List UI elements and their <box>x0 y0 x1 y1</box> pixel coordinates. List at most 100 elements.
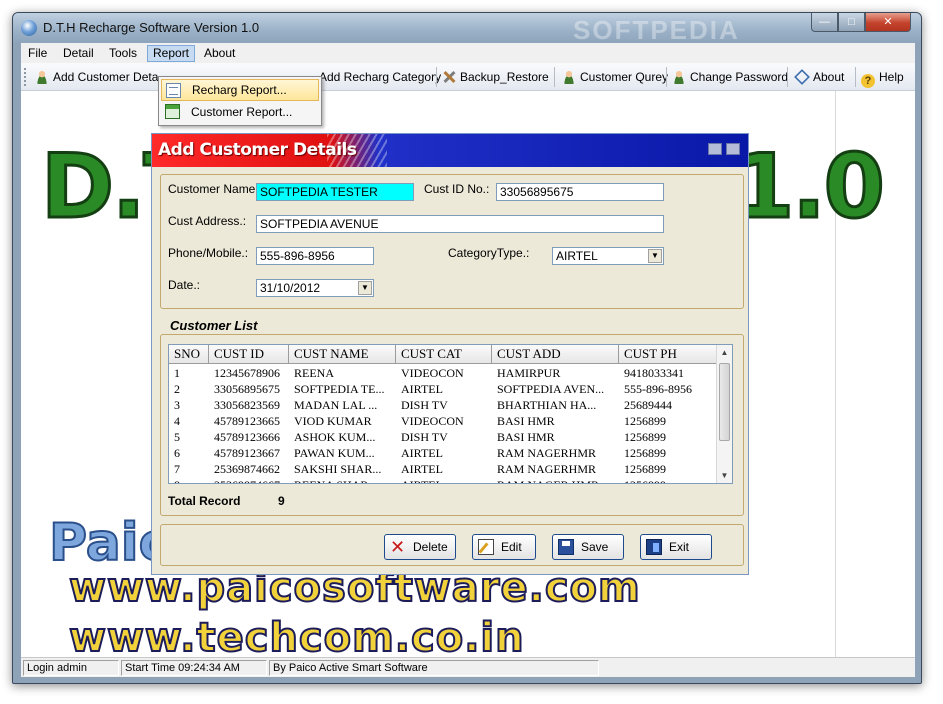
table-cell: SAKSHI SHAR... <box>294 462 382 476</box>
date-picker[interactable]: 31/10/2012 ▼ <box>256 279 374 297</box>
button-label: Exit <box>669 540 690 554</box>
status-by: By Paico Active Smart Software <box>269 660 599 676</box>
table-cell: VIDEOCON <box>401 366 464 380</box>
toolbar-label: Backup_Restore <box>460 70 549 84</box>
address-label: Cust Address.: <box>168 214 247 228</box>
table-cell: REENA SHAR... <box>289 477 396 483</box>
menu-about[interactable]: About <box>199 45 240 62</box>
table-row[interactable]: 6 45789123667 PAWAN KUM... AIRTEL RAM NAGERH… <box>169 445 717 461</box>
toolbar-label: Add Customer Deta <box>53 70 159 84</box>
dialog-title-bar[interactable]: Add Customer Details <box>152 134 748 167</box>
menu-tools[interactable]: Tools <box>104 45 142 62</box>
table-cell: 45789123665 <box>214 414 280 428</box>
edit-button[interactable]: Edit <box>472 534 536 560</box>
table-cell: 25369874667 <box>209 477 289 483</box>
menu-item-recharge-report[interactable]: Recharg Report... <box>161 79 319 101</box>
customer-table[interactable]: SNO CUST ID CUST NAME CUST CAT CUST ADD … <box>168 344 733 484</box>
table-cell: AIRTEL <box>396 477 492 483</box>
table-row[interactable]: 3 33056823569 MADAN LAL ... DISH TV BHARTHIA… <box>169 397 717 413</box>
table-row[interactable]: 2 33056895675 SOFTPEDIA TE... AIRTEL SOFTPED… <box>169 381 717 397</box>
menu-detail[interactable]: Detail <box>58 45 99 62</box>
customer-name-input[interactable]: SOFTPEDIA TESTER <box>256 183 414 201</box>
table-header: SNO CUST ID CUST NAME CUST CAT CUST ADD … <box>169 345 717 364</box>
exit-button[interactable]: Exit <box>640 534 712 560</box>
user-icon <box>672 70 686 84</box>
chevron-down-icon[interactable]: ▼ <box>648 249 662 263</box>
delete-button[interactable]: ✕ Delete <box>384 534 456 560</box>
table-cell: 1256899 <box>624 430 666 444</box>
table-cell: 6 <box>174 446 180 460</box>
total-record-value: 9 <box>278 494 285 508</box>
table-row[interactable]: 7 25369874662 SAKSHI SHAR... AIRTEL RAM NAGE… <box>169 461 717 477</box>
column-header-cust-name[interactable]: CUST NAME <box>289 345 396 364</box>
maximize-button[interactable]: □ <box>838 13 865 32</box>
customer-query-button[interactable]: Customer Qurey <box>562 67 668 87</box>
change-password-button[interactable]: Change Password <box>672 67 788 87</box>
cust-id-input[interactable]: 33056895675 <box>496 183 664 201</box>
scroll-down-icon[interactable]: ▼ <box>717 468 732 483</box>
table-cell: 1256899 <box>624 462 666 476</box>
table-body: 1 12345678906 REENA VIDEOCON HAMIRPUR 9418033… <box>169 365 717 483</box>
table-cell: 1256899 <box>624 446 666 460</box>
table-cell: 8 <box>169 477 209 483</box>
status-login: Login admin <box>23 660 119 676</box>
table-cell: 5 <box>174 430 180 444</box>
background-title-right: 1.0 <box>732 134 887 240</box>
customer-list-title: Customer List <box>170 318 258 333</box>
phone-label: Phone/Mobile.: <box>168 246 249 260</box>
backup-restore-button[interactable]: Backup_Restore <box>442 67 549 87</box>
table-row[interactable]: 1 12345678906 REENA VIDEOCON HAMIRPUR 9418033… <box>169 365 717 381</box>
column-header-cust-cat[interactable]: CUST CAT <box>396 345 492 364</box>
chevron-down-icon[interactable]: ▼ <box>358 281 372 295</box>
table-scrollbar[interactable]: ▲ ▼ <box>716 345 732 483</box>
user-icon <box>562 70 576 84</box>
dialog-close-button[interactable] <box>726 143 740 155</box>
save-button[interactable]: Save <box>552 534 624 560</box>
table-cell: VIOD KUMAR <box>294 414 372 428</box>
toolbar-separator <box>787 67 788 87</box>
table-row[interactable]: 825369874667REENA SHAR...AIRTELRAM NAGER… <box>169 477 717 483</box>
add-recharge-category-button[interactable]: Add Recharg Category <box>319 67 441 87</box>
column-header-cust-ph[interactable]: CUST PH <box>619 345 717 364</box>
table-cell: AIRTEL <box>401 382 443 396</box>
delete-icon: ✕ <box>390 537 406 557</box>
report-dropdown-menu: Recharg Report... Customer Report... <box>158 76 322 126</box>
menu-report[interactable]: Report <box>147 45 196 62</box>
table-row[interactable]: 5 45789123666 ASHOK KUM... DISH TV BASI HMR 1… <box>169 429 717 445</box>
add-customer-details-button[interactable]: Add Customer Deta <box>35 67 158 87</box>
toolbar-separator <box>855 67 856 87</box>
toolbar-grip[interactable] <box>24 68 27 86</box>
table-cell: SOFTPEDIA TE... <box>294 382 385 396</box>
table-cell: BHARTHIAN HA... <box>497 398 597 412</box>
column-header-sno[interactable]: SNO <box>169 345 209 364</box>
table-cell: RAM NAGERHMR <box>497 446 597 460</box>
phone-input[interactable]: 555-896-8956 <box>256 247 374 265</box>
minimize-button[interactable]: — <box>811 13 838 32</box>
category-label: CategoryType.: <box>448 246 530 260</box>
table-cell: VIDEOCON <box>401 414 464 428</box>
category-select[interactable]: AIRTEL ▼ <box>552 247 664 265</box>
title-bar[interactable]: D.T.H Recharge Software Version 1.0 SOFT… <box>13 13 921 45</box>
dialog-minimize-button[interactable] <box>708 143 722 155</box>
scroll-up-icon[interactable]: ▲ <box>717 345 732 360</box>
table-cell: 1 <box>174 366 180 380</box>
help-button[interactable]: ? Help <box>861 67 904 88</box>
menu-file[interactable]: File <box>23 45 52 62</box>
column-header-cust-id[interactable]: CUST ID <box>209 345 289 364</box>
table-cell: 3 <box>174 398 180 412</box>
menu-item-customer-report[interactable]: Customer Report... <box>161 101 319 123</box>
close-button[interactable]: ✕ <box>865 13 911 32</box>
table-cell: AIRTEL <box>401 462 443 476</box>
status-bar: Login admin Start Time 09:24:34 AM By Pa… <box>21 657 915 677</box>
table-cell: BASI HMR <box>497 414 555 428</box>
customer-name-label: Customer Name.: <box>168 182 263 196</box>
scroll-thumb[interactable] <box>719 363 730 441</box>
column-header-cust-add[interactable]: CUST ADD <box>492 345 619 364</box>
about-button[interactable]: About <box>794 67 844 87</box>
table-cell: REENA <box>294 366 334 380</box>
address-input[interactable]: SOFTPEDIA AVENUE <box>256 215 664 233</box>
table-cell: MADAN LAL ... <box>294 398 378 412</box>
table-row[interactable]: 4 45789123665 VIOD KUMAR VIDEOCON BASI HMR 12… <box>169 413 717 429</box>
table-cell: 555-896-8956 <box>624 382 692 396</box>
exit-icon <box>646 539 662 555</box>
